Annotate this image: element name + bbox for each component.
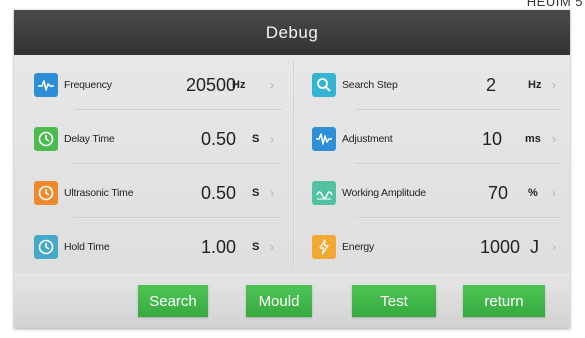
chevron-right-icon: › — [270, 78, 274, 92]
test-button[interactable]: Test — [352, 285, 436, 317]
param-value: 70 — [488, 182, 509, 203]
corner-text: HEUIM 5 — [526, 0, 583, 9]
mould-button[interactable]: Mould — [246, 285, 312, 317]
param-row-search-step[interactable]: Search Step 2 Hz › — [296, 59, 570, 111]
search-icon — [312, 73, 336, 97]
param-value: 0.50 — [200, 128, 236, 149]
param-unit: Hz — [528, 79, 542, 91]
chevron-right-icon: › — [270, 186, 274, 200]
amplitude-icon — [312, 181, 336, 205]
return-button[interactable]: return — [463, 285, 545, 317]
param-value: 1.00 — [200, 236, 236, 257]
param-unit: S — [252, 241, 260, 253]
parameter-grid: Frequency 20500 Hz › Delay Time 0.50 S ›… — [14, 55, 570, 273]
param-label: Hold Time — [64, 241, 110, 253]
param-unit: S — [252, 133, 260, 145]
param-unit: % — [528, 187, 538, 199]
param-value: 1000 — [480, 236, 521, 257]
param-label: Working Amplitude — [342, 187, 426, 199]
param-unit: ms — [525, 133, 541, 145]
pulse-icon — [34, 73, 58, 97]
clock-icon — [34, 235, 58, 259]
param-unit: S — [252, 187, 260, 199]
chevron-right-icon: › — [270, 132, 274, 146]
search-button[interactable]: Search — [138, 285, 208, 317]
waveform-icon — [312, 127, 336, 151]
clock-icon — [34, 181, 58, 205]
chevron-right-icon: › — [552, 132, 556, 146]
param-value: 0.50 — [200, 182, 236, 203]
param-row-adjustment[interactable]: Adjustment 10 ms › — [296, 113, 570, 165]
chevron-right-icon: › — [552, 186, 556, 200]
chevron-right-icon: › — [552, 78, 556, 92]
chevron-right-icon: › — [552, 240, 556, 254]
param-value: 10 — [482, 128, 503, 149]
param-row-delay-time[interactable]: Delay Time 0.50 S › — [14, 113, 292, 165]
param-label: Adjustment — [342, 133, 393, 145]
param-row-ultrasonic-time[interactable]: Ultrasonic Time 0.50 S › — [14, 167, 292, 219]
param-unit: J — [530, 236, 539, 257]
param-label: Delay Time — [64, 133, 115, 145]
lightning-icon — [312, 235, 336, 259]
chevron-right-icon: › — [270, 240, 274, 254]
page-title: Debug — [14, 10, 570, 55]
button-bar: Search Mould Test return — [14, 273, 570, 328]
debug-panel: Debug Frequency 20500 Hz › Delay Time 0.… — [14, 10, 570, 328]
param-row-working-amplitude[interactable]: Working Amplitude 70 % › — [296, 167, 570, 219]
param-row-energy[interactable]: Energy 1000 J › — [296, 221, 570, 273]
param-value: 20500 — [185, 74, 236, 95]
clock-icon — [34, 127, 58, 151]
param-row-hold-time[interactable]: Hold Time 1.00 S › — [14, 221, 292, 273]
param-unit: Hz — [232, 79, 246, 91]
param-label: Energy — [342, 241, 375, 253]
param-value: 2 — [486, 74, 497, 95]
param-label: Frequency — [64, 79, 112, 91]
column-divider — [293, 61, 295, 269]
param-label: Ultrasonic Time — [64, 187, 134, 199]
param-row-frequency[interactable]: Frequency 20500 Hz › — [14, 59, 292, 111]
param-label: Search Step — [342, 79, 398, 91]
